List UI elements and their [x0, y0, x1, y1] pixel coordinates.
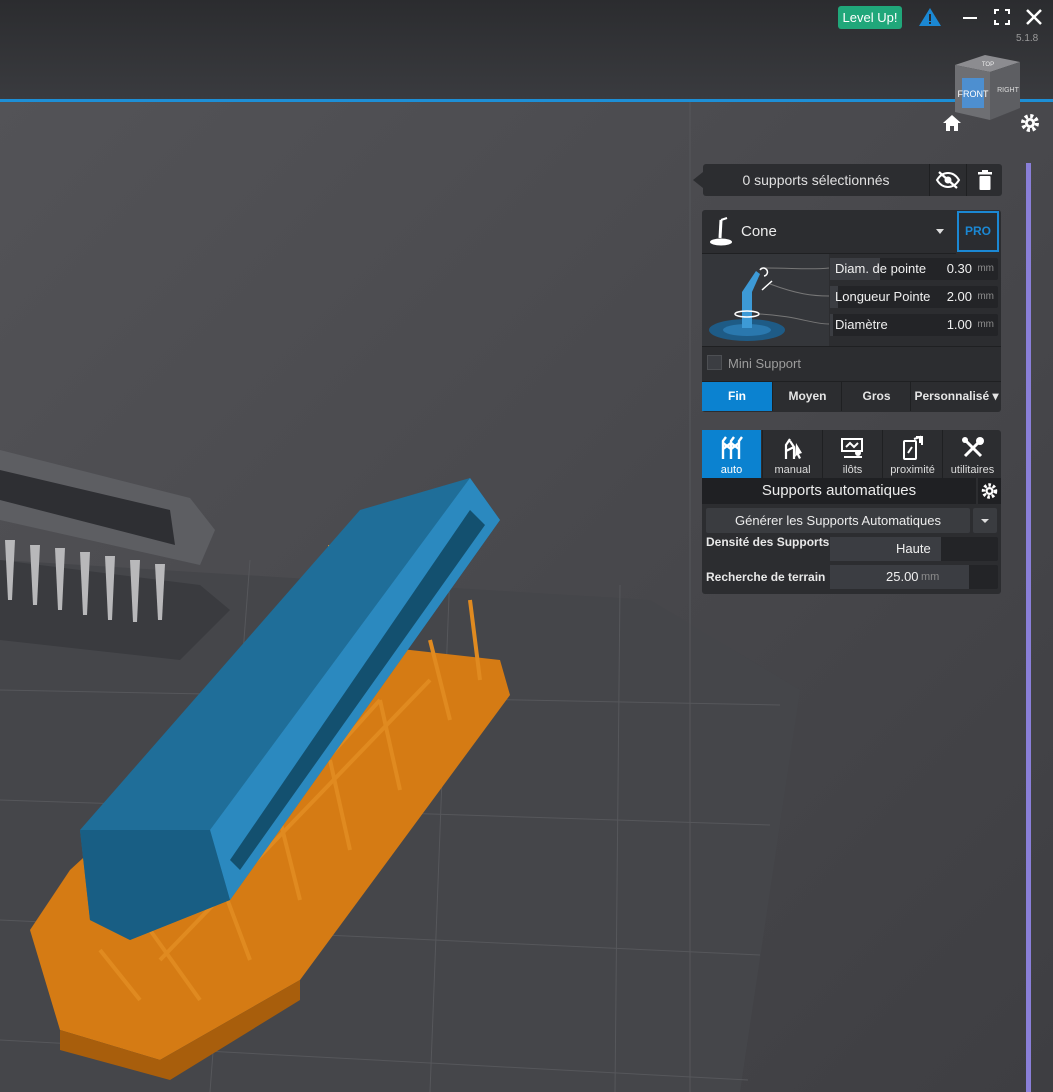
- close-icon[interactable]: [1022, 6, 1046, 28]
- selection-pointer: [693, 172, 703, 188]
- terrain-search-value: 25.00: [886, 569, 919, 584]
- support-tools-panel: auto manual ilôts proximité utilitaires …: [702, 430, 1001, 594]
- density-field[interactable]: Haute: [830, 537, 998, 561]
- support-type-dropdown[interactable]: Cone: [702, 210, 956, 254]
- mini-support-label: Mini Support: [728, 356, 801, 371]
- warning-icon[interactable]: [917, 6, 943, 28]
- chevron-down-icon: ▾: [992, 389, 999, 403]
- diameter-value: 1.00: [946, 317, 972, 332]
- cone-support-icon: [710, 217, 732, 246]
- generate-auto-supports-button[interactable]: Générer les Supports Automatiques: [706, 508, 970, 533]
- pro-button[interactable]: PRO: [957, 211, 999, 252]
- tab-proximity[interactable]: proximité: [882, 430, 942, 478]
- tip-diameter-value: 0.30: [946, 261, 972, 276]
- home-icon[interactable]: [940, 112, 964, 134]
- eye-slash-icon: [935, 171, 961, 189]
- cone-diagram: [702, 254, 830, 346]
- preset-gros-button[interactable]: Gros: [841, 382, 911, 411]
- cube-right-label: RIGHT: [997, 87, 1020, 94]
- diameter-fill: [830, 314, 834, 336]
- tab-auto[interactable]: auto: [702, 430, 761, 478]
- checkbox-icon: [707, 355, 722, 370]
- maximize-icon[interactable]: [990, 6, 1014, 28]
- hide-supports-button[interactable]: [929, 164, 966, 196]
- tip-length-field[interactable]: Longueur Pointe 2.00 mm: [830, 286, 998, 308]
- auto-supports-icon: [721, 436, 743, 459]
- tip-diameter-label: Diam. de pointe: [835, 261, 927, 276]
- proximity-icon: [903, 435, 923, 460]
- tab-islands-label: ilôts: [842, 464, 863, 476]
- tab-utilities[interactable]: utilitaires: [942, 430, 1002, 478]
- diameter-field[interactable]: Diamètre 1.00 mm: [830, 314, 998, 336]
- density-label: Densité des Supports: [706, 535, 830, 549]
- density-value: Haute: [896, 541, 931, 556]
- trash-icon: [978, 170, 992, 190]
- preset-custom-label: Personnalisé: [914, 389, 990, 403]
- islands-icon: [841, 438, 863, 458]
- version-label: 5.1.8: [1016, 33, 1039, 44]
- level-up-button[interactable]: Level Up!: [838, 6, 902, 29]
- tab-manual[interactable]: manual: [762, 430, 822, 478]
- tab-islands[interactable]: ilôts: [822, 430, 882, 478]
- support-settings-panel: Cone PRO Diam. de pointe 0.30 mm Longueu…: [702, 210, 1001, 412]
- cube-front-label: FRONT: [958, 89, 989, 99]
- divider: [702, 346, 1001, 347]
- tab-utilities-label: utilitaires: [950, 464, 995, 476]
- generate-options-dropdown[interactable]: [973, 508, 997, 533]
- diameter-unit: mm: [977, 319, 994, 330]
- manual-supports-icon: [784, 438, 802, 459]
- support-type-label: Cone: [741, 223, 777, 240]
- delete-supports-button[interactable]: [966, 164, 1003, 196]
- tip-length-label: Longueur Pointe: [835, 289, 931, 304]
- layer-slider[interactable]: [1026, 163, 1031, 1092]
- chevron-down-icon: [981, 519, 989, 523]
- mini-support-checkbox[interactable]: Mini Support: [707, 355, 801, 371]
- selection-count: 0 supports sélectionnés: [742, 172, 890, 188]
- top-accent-line: [0, 99, 1053, 102]
- tip-diameter-field[interactable]: Diam. de pointe 0.30 mm: [830, 258, 998, 280]
- minimize-icon[interactable]: [958, 6, 982, 28]
- preset-custom-button[interactable]: Personnalisé ▾: [910, 382, 1002, 411]
- settings-gear-icon[interactable]: [1018, 112, 1042, 134]
- tab-manual-label: manual: [774, 464, 811, 476]
- terrain-search-field[interactable]: 25.00 mm: [830, 565, 998, 589]
- auto-settings-gear-icon[interactable]: [978, 478, 1001, 504]
- terrain-search-label: Recherche de terrain: [706, 570, 826, 584]
- tip-length-value: 2.00: [946, 289, 972, 304]
- tab-proximity-label: proximité: [890, 464, 935, 476]
- cube-top-label: TOP: [982, 62, 994, 68]
- auto-supports-title: Supports automatiques: [702, 478, 976, 504]
- terrain-search-unit: mm: [921, 571, 940, 583]
- selection-bar: 0 supports sélectionnés: [703, 164, 1002, 196]
- chevron-down-icon: [936, 229, 944, 234]
- preset-fin-button[interactable]: Fin: [702, 382, 772, 411]
- tools-icon: [962, 437, 984, 458]
- tip-length-unit: mm: [977, 291, 994, 302]
- tip-diameter-unit: mm: [977, 263, 994, 274]
- tab-auto-label: auto: [720, 464, 743, 476]
- preset-moyen-button[interactable]: Moyen: [772, 382, 842, 411]
- diameter-label: Diamètre: [835, 317, 888, 332]
